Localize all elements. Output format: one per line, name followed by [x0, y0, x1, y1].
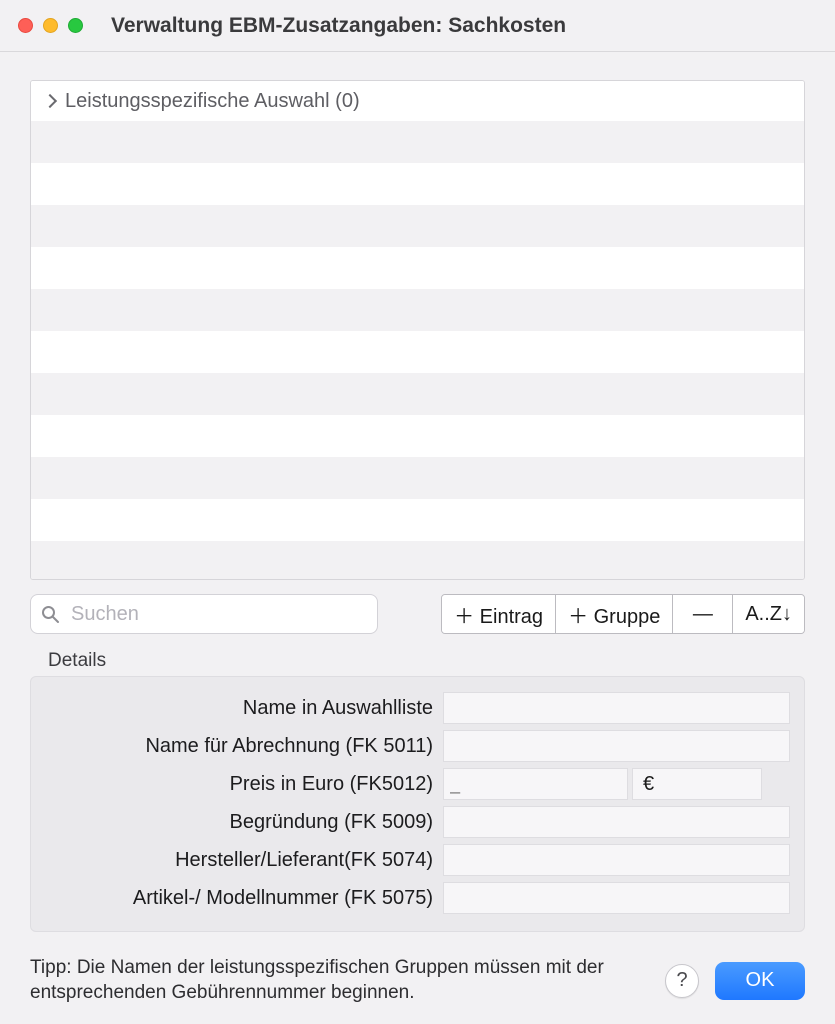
list-row[interactable] [31, 289, 804, 331]
ok-button[interactable]: OK [715, 962, 805, 1000]
details-panel: Name in Auswahlliste Name für Abrechnung… [30, 676, 805, 932]
list-row[interactable] [31, 541, 804, 580]
tip-text: Tipp: Die Namen der leistungsspezifische… [30, 956, 649, 1005]
search-icon [40, 604, 60, 624]
list-header-row[interactable]: Leistungsspezifische Auswahl (0) [31, 81, 804, 121]
zoom-icon[interactable] [68, 18, 83, 33]
window-title: Verwaltung EBM-Zusatzangaben: Sachkosten [111, 14, 566, 38]
label-model: Artikel-/ Modellnummer (FK 5075) [45, 887, 443, 910]
list-row[interactable] [31, 457, 804, 499]
titlebar: Verwaltung EBM-Zusatzangaben: Sachkosten [0, 0, 835, 52]
input-reason[interactable] [443, 806, 790, 838]
add-group-button[interactable]: ＋ Gruppe [556, 595, 673, 633]
list-header-label: Leistungsspezifische Auswahl (0) [65, 90, 360, 113]
remove-button[interactable]: — [673, 595, 733, 633]
list-row[interactable] [31, 415, 804, 457]
label-supplier: Hersteller/Lieferant(FK 5074) [45, 849, 443, 872]
list-row[interactable] [31, 121, 804, 163]
label-reason: Begründung (FK 5009) [45, 811, 443, 834]
add-entry-button[interactable]: ＋ Eintrag [442, 595, 556, 633]
input-name-list[interactable] [443, 692, 790, 724]
details-title: Details [48, 650, 805, 672]
input-model[interactable] [443, 882, 790, 914]
list-row[interactable] [31, 163, 804, 205]
label-name-list: Name in Auswahlliste [45, 697, 443, 720]
input-price[interactable] [443, 768, 628, 800]
list-row[interactable] [31, 247, 804, 289]
list-body [31, 121, 804, 579]
input-name-billing[interactable] [443, 730, 790, 762]
sort-button[interactable]: A..Z↓ [733, 595, 804, 633]
list-toolbar: ＋ Eintrag ＋ Gruppe — A..Z↓ [441, 594, 805, 634]
list-row[interactable] [31, 373, 804, 415]
input-supplier[interactable] [443, 844, 790, 876]
label-name-billing: Name für Abrechnung (FK 5011) [45, 735, 443, 758]
list-row[interactable] [31, 205, 804, 247]
list-row[interactable] [31, 331, 804, 373]
label-price: Preis in Euro (FK5012) [45, 773, 443, 796]
selection-list[interactable]: Leistungsspezifische Auswahl (0) [30, 80, 805, 580]
chevron-right-icon [43, 94, 57, 108]
price-suffix: € [632, 768, 762, 800]
minimize-icon[interactable] [43, 18, 58, 33]
close-icon[interactable] [18, 18, 33, 33]
list-row[interactable] [31, 499, 804, 541]
window-controls [18, 18, 83, 33]
search-input[interactable] [30, 594, 378, 634]
help-button[interactable]: ? [665, 964, 699, 998]
